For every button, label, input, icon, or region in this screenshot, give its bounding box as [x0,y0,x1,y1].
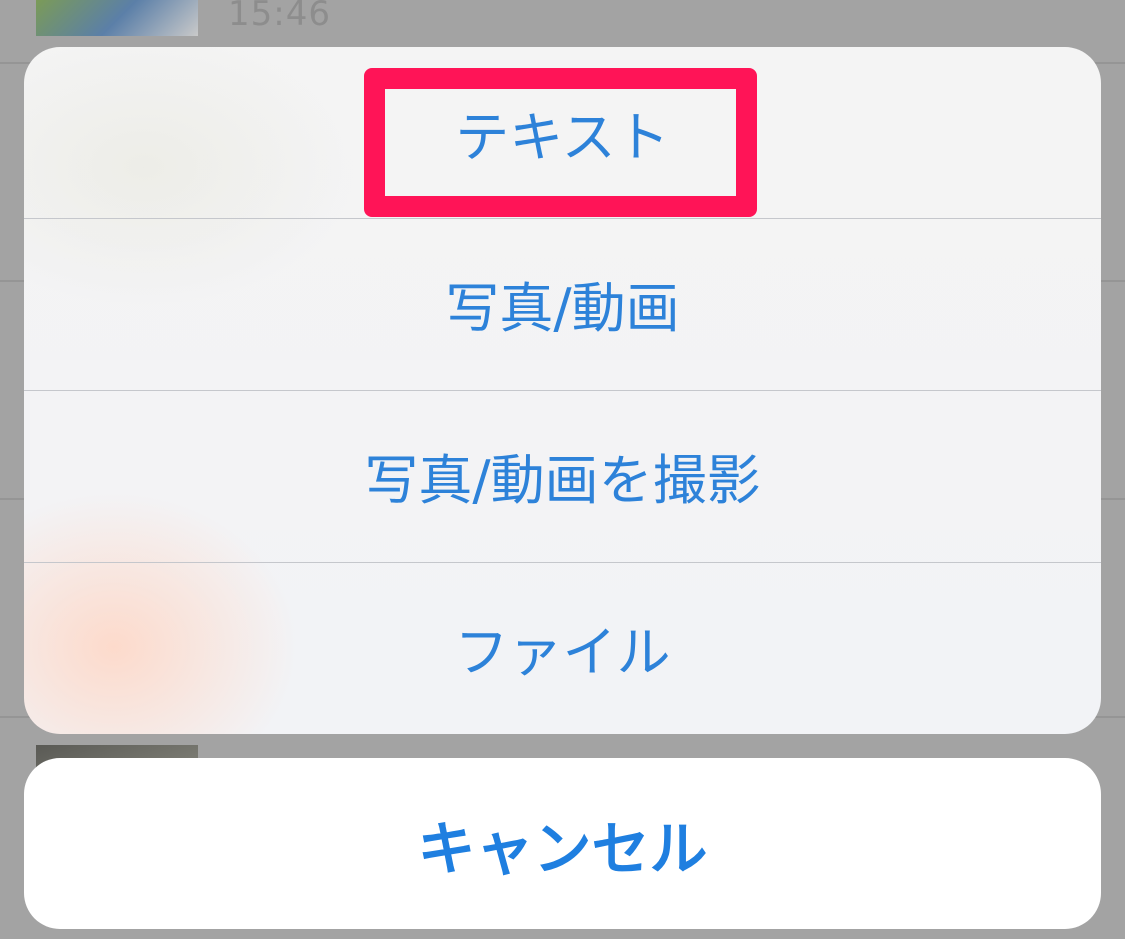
thumbnail [36,0,198,36]
action-text-button[interactable]: テキスト [24,47,1101,218]
action-file-button[interactable]: ファイル [24,562,1101,733]
action-photo-video-button[interactable]: 写真/動画 [24,218,1101,389]
cancel-button[interactable]: キャンセル [24,758,1101,929]
action-sheet: テキスト 写真/動画 写真/動画を撮影 ファイル [24,47,1101,734]
timestamp: 15:46 [228,0,331,34]
action-take-photo-video-button[interactable]: 写真/動画を撮影 [24,390,1101,561]
